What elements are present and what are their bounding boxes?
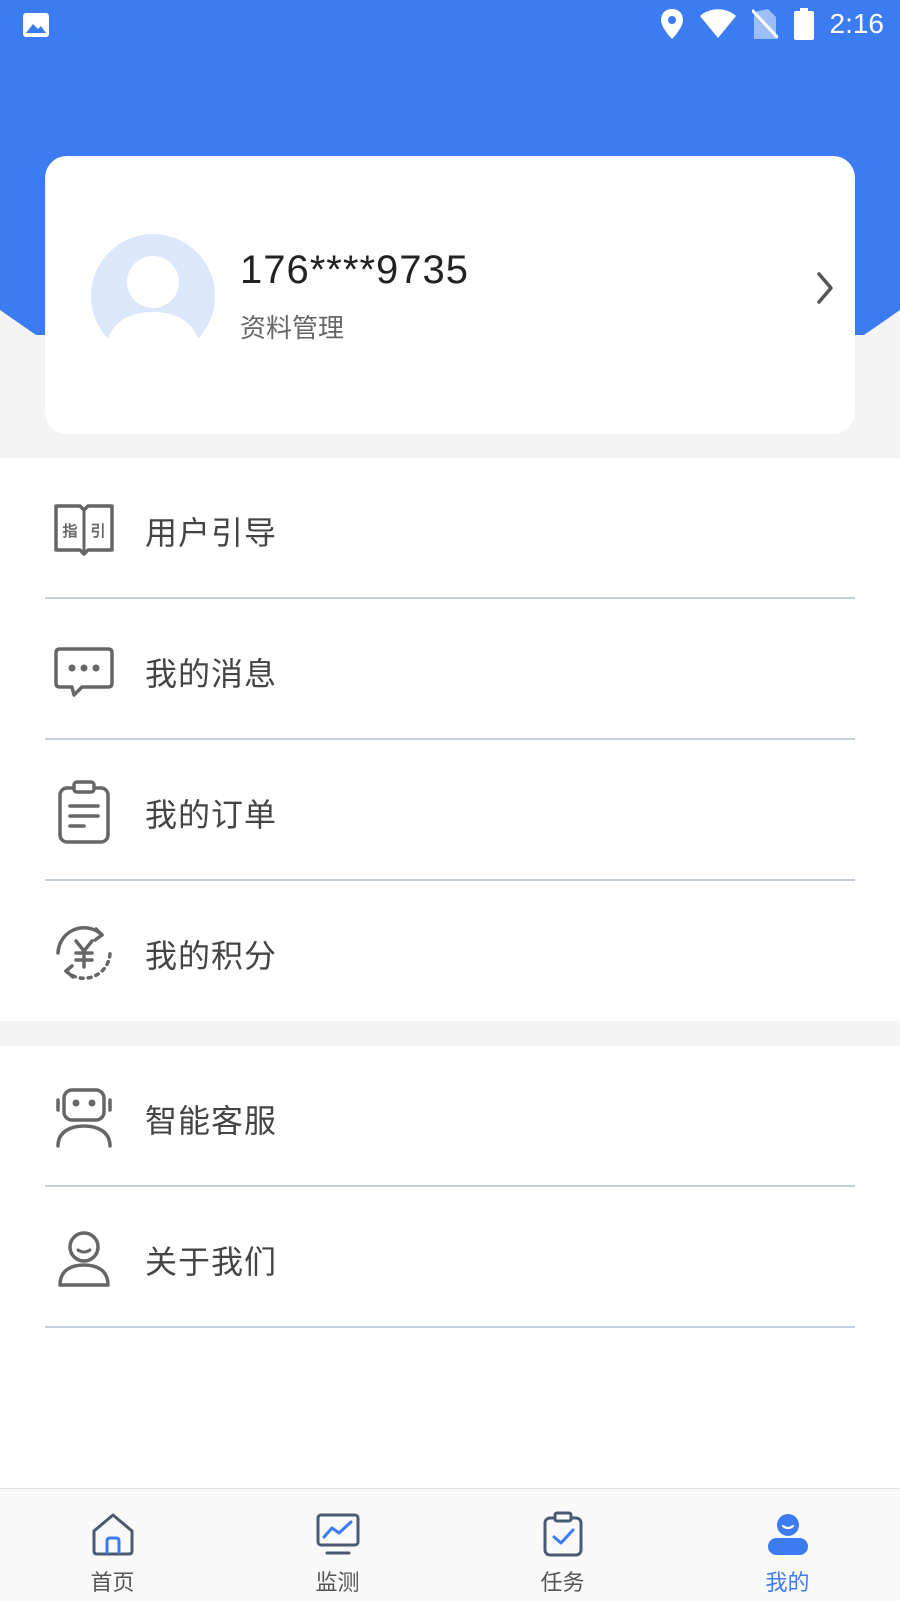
nav-label-monitor: 监测 bbox=[315, 1571, 360, 1596]
chevron-right-icon[interactable] bbox=[813, 268, 837, 308]
status-bar: 2:16 bbox=[0, 0, 900, 50]
avatar[interactable] bbox=[91, 234, 215, 358]
guide-book-icon: 指 引 bbox=[54, 504, 114, 556]
menu-label-about-us: 关于我们 bbox=[145, 1243, 278, 1281]
nav-tab-task[interactable]: 任务 bbox=[450, 1489, 675, 1601]
nav-label-profile: 我的 bbox=[765, 1571, 810, 1596]
clock: 2:16 bbox=[829, 8, 885, 39]
nav-tab-profile[interactable]: 我的 bbox=[675, 1489, 900, 1601]
no-sim-icon bbox=[751, 8, 778, 40]
nav-label-task: 任务 bbox=[540, 1571, 585, 1596]
message-icon bbox=[54, 647, 114, 697]
menu-item-my-points[interactable]: 我的积分 bbox=[0, 881, 900, 1022]
monitor-icon bbox=[316, 1513, 360, 1555]
location-icon bbox=[660, 9, 683, 39]
menu-item-user-guide[interactable]: 指 引 用户引导 bbox=[0, 458, 900, 599]
profile-management-link[interactable]: 资料管理 bbox=[240, 308, 344, 345]
menu-item-my-orders[interactable]: 我的订单 bbox=[0, 740, 900, 881]
divider bbox=[45, 1326, 855, 1328]
menu-item-smart-service[interactable]: 智能客服 bbox=[0, 1046, 900, 1187]
menu-label-smart-service: 智能客服 bbox=[145, 1102, 278, 1140]
image-icon bbox=[23, 13, 49, 37]
nav-tab-home[interactable]: 首页 bbox=[0, 1489, 225, 1601]
svg-text:指: 指 bbox=[62, 522, 77, 540]
task-icon bbox=[543, 1511, 583, 1557]
home-icon bbox=[92, 1513, 134, 1556]
menu-group-support: 智能客服 关于我们 bbox=[0, 1046, 900, 1488]
menu-item-my-messages[interactable]: 我的消息 bbox=[0, 599, 900, 740]
nav-label-home: 首页 bbox=[90, 1571, 135, 1596]
person-icon bbox=[58, 1231, 110, 1287]
menu-label-user-guide: 用户引导 bbox=[145, 514, 278, 552]
menu-label-my-points: 我的积分 bbox=[145, 937, 278, 975]
menu-label-my-orders: 我的订单 bbox=[145, 796, 278, 834]
points-yen-icon bbox=[56, 926, 112, 980]
profile-card[interactable]: 176****9735 资料管理 bbox=[45, 156, 855, 434]
menu-label-my-messages: 我的消息 bbox=[145, 655, 278, 693]
menu-group-main: 指 引 用户引导 我的消息 我的订单 我的积分 bbox=[0, 458, 900, 1021]
bottom-navigation: 首页 监测 任务 我的 bbox=[0, 1488, 900, 1601]
wifi-icon bbox=[699, 9, 736, 38]
svg-text:引: 引 bbox=[90, 522, 105, 540]
battery-icon bbox=[793, 8, 814, 40]
profile-icon bbox=[768, 1514, 808, 1555]
default-avatar-icon bbox=[105, 256, 201, 358]
menu-item-about-us[interactable]: 关于我们 bbox=[0, 1187, 900, 1328]
robot-icon bbox=[56, 1088, 112, 1148]
order-clipboard-icon bbox=[58, 780, 110, 844]
nav-tab-monitor[interactable]: 监测 bbox=[225, 1489, 450, 1601]
phone-number: 176****9735 bbox=[240, 248, 469, 292]
